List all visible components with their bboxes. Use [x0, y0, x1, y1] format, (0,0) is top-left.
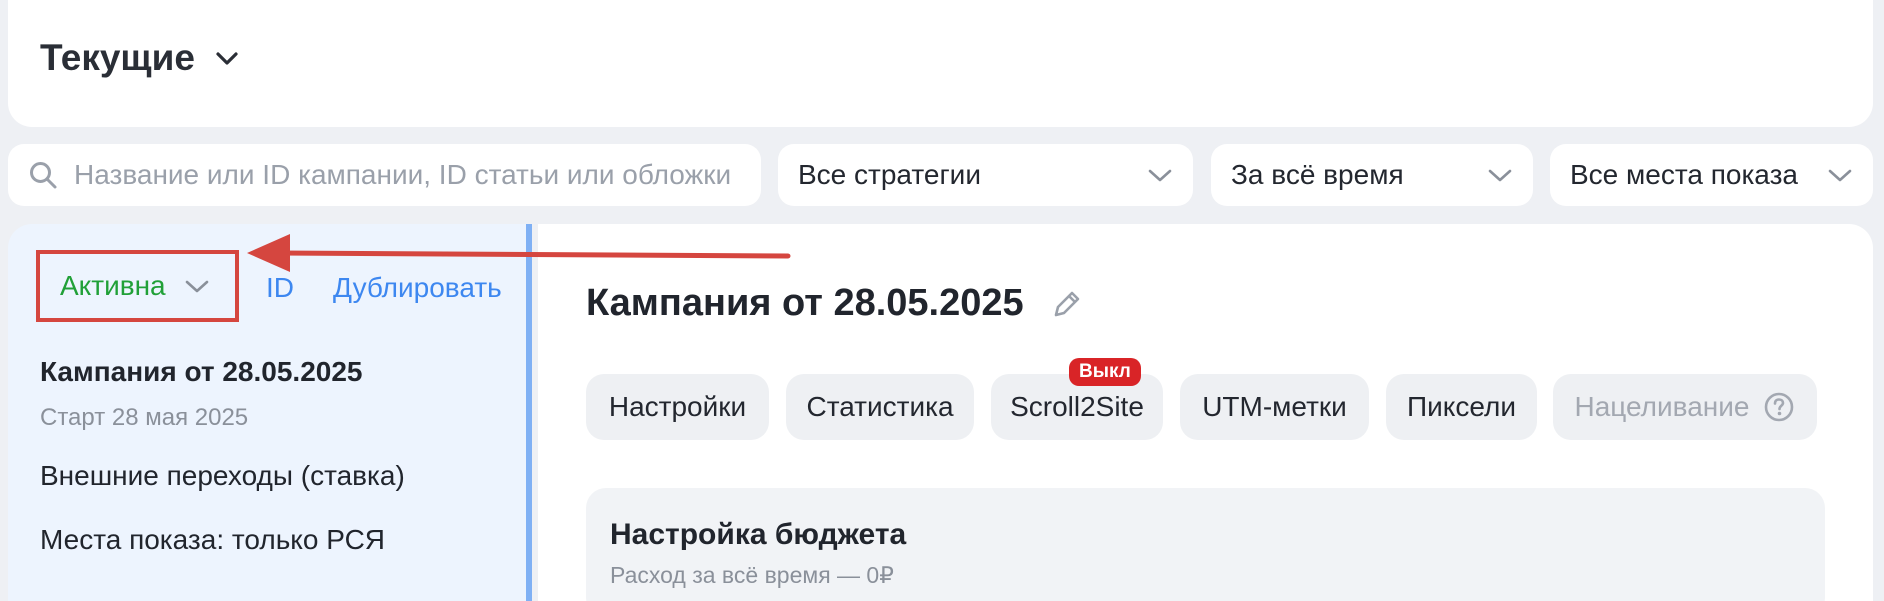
- chevron-down-icon: [216, 52, 238, 65]
- tab-targeting[interactable]: Нацеливание: [1553, 374, 1817, 440]
- help-icon[interactable]: [1763, 391, 1795, 423]
- current-title: Текущие: [40, 37, 195, 78]
- chevron-down-icon: [1148, 169, 1172, 182]
- tab-label: Настройки: [608, 391, 747, 422]
- sidebar-goal: Внешние переходы (ставка): [40, 460, 405, 491]
- chevron-down-icon: [185, 280, 208, 293]
- campaign-title-row: Кампания от 28.05.2025: [586, 282, 1084, 325]
- tab-label: Статистика: [806, 391, 954, 422]
- tab-label: Нацеливание: [1574, 391, 1750, 422]
- tab-label: UTM-метки: [1202, 391, 1347, 422]
- budget-spent: Расход за всё время — 0₽: [610, 562, 894, 588]
- status-dropdown[interactable]: Активна: [36, 250, 239, 322]
- placements-select[interactable]: Все места показа: [1550, 144, 1873, 206]
- tab-utm[interactable]: UTM-метки: [1180, 374, 1369, 440]
- sidebar-start-date: Старт 28 мая 2025: [40, 404, 249, 431]
- status-badge: Выкл: [1069, 358, 1141, 386]
- sidebar-campaign-name[interactable]: Кампания от 28.05.2025: [40, 356, 362, 388]
- id-link[interactable]: ID: [266, 272, 294, 304]
- period-select[interactable]: За всё время: [1211, 144, 1533, 206]
- chevron-down-icon: [1828, 169, 1852, 182]
- strategy-select[interactable]: Все стратегии: [778, 144, 1193, 206]
- budget-title: Настройка бюджета: [610, 518, 907, 551]
- placements-select-value: Все места показа: [1570, 159, 1798, 190]
- page-title: Кампания от 28.05.2025: [586, 282, 1024, 324]
- tab-label: Scroll2Site: [1010, 391, 1144, 422]
- strategy-select-value: Все стратегии: [798, 159, 981, 190]
- tab-label: Пиксели: [1407, 391, 1516, 422]
- sidebar-placements: Места показа: только РСЯ: [40, 524, 386, 555]
- status-value: Активна: [60, 270, 166, 301]
- campaign-filter-dropdown[interactable]: Текущие: [40, 37, 241, 79]
- tab-statistics[interactable]: Статистика: [786, 374, 974, 440]
- duplicate-link[interactable]: Дублировать: [333, 272, 502, 304]
- search-box[interactable]: [8, 144, 761, 206]
- tab-pixels[interactable]: Пиксели: [1386, 374, 1537, 440]
- tab-settings[interactable]: Настройки: [586, 374, 769, 440]
- chevron-down-icon: [1488, 169, 1512, 182]
- header-card: [8, 0, 1873, 127]
- search-icon: [30, 162, 57, 189]
- period-select-value: За всё время: [1231, 159, 1404, 190]
- pencil-icon[interactable]: [1050, 287, 1084, 321]
- search-input[interactable]: [74, 159, 754, 191]
